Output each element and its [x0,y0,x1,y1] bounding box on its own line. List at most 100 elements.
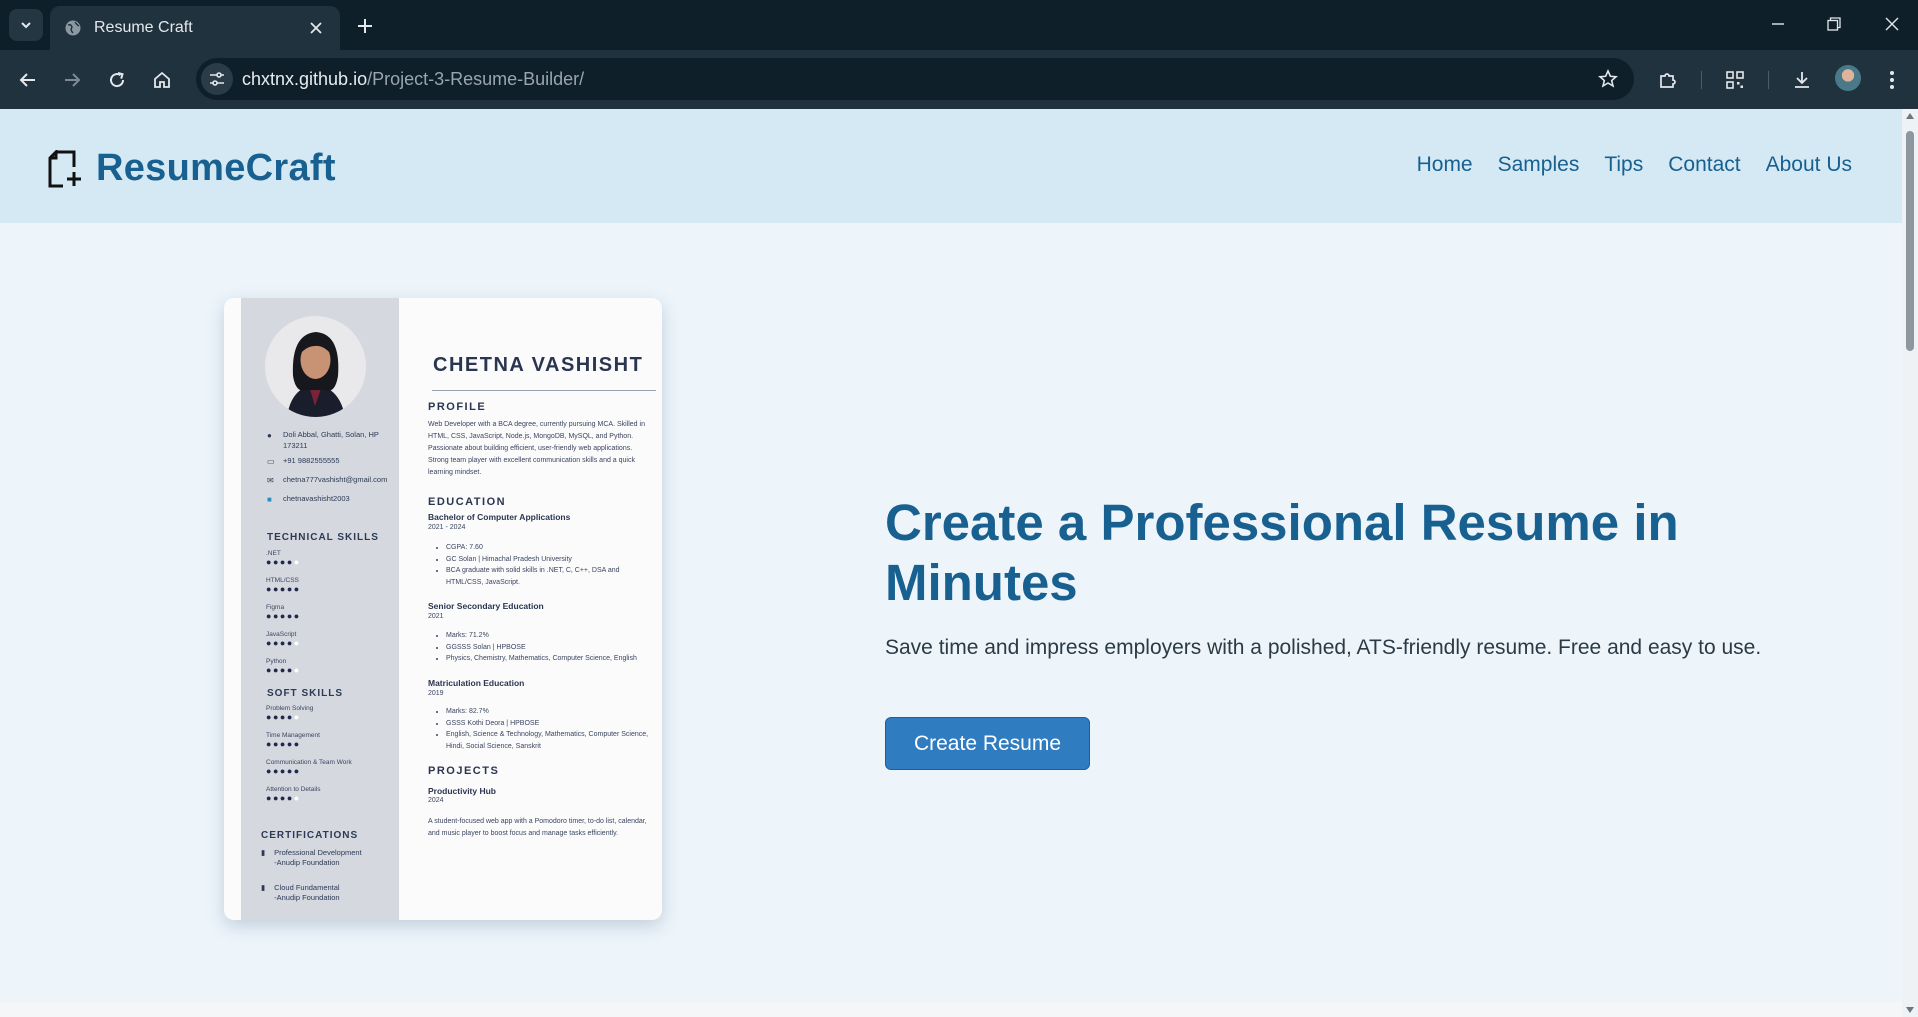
education-years: 2021 [428,613,444,620]
list-item: GSSS Kothi Deora | HPBOSE [446,718,658,730]
scroll-up-arrow[interactable] [1906,113,1914,119]
minimize-icon [1772,23,1784,25]
nav-tips[interactable]: Tips [1604,153,1643,177]
certification-item: ▮ Cloud Fundamental -Anudip Foundation [261,883,340,903]
arrow-right-icon [65,73,81,87]
qr-code-button[interactable] [1719,64,1751,96]
phone-icon: ▭ [267,457,275,466]
nav-samples[interactable]: Samples [1498,153,1580,177]
skill-name: Figma [266,604,285,611]
bookmark-icon: ▮ [261,848,266,857]
close-icon[interactable] [306,18,326,38]
list-item: Marks: 71.2% [446,630,658,642]
extensions-button[interactable] [1652,64,1684,96]
project-description: A student-focused web app with a Pomodor… [428,818,647,837]
skill-rating-dots: ●●●●● [266,712,301,722]
resume-sidebar: ● Doli Abbal, Ghatti, Solan, HP 173211 ▭ +… [241,298,399,920]
window-close-button[interactable] [1872,8,1912,40]
skill-item: Time Management ●●●●● [266,732,396,749]
profile-text: Web Developer with a BCA degree, current… [428,421,645,476]
skill-item: Attention to Details ●●●●● [266,786,396,803]
nav-contact[interactable]: Contact [1668,153,1740,177]
skill-name: Attention to Details [266,786,321,793]
page-scrollbar[interactable] [1902,109,1918,1017]
skill-item: JavaScript ●●●●● [266,631,396,648]
profile-heading: PROFILE [428,401,487,413]
education-points: Marks: 82.7% GSSS Kothi Deora | HPBOSE E… [440,706,658,752]
list-item: CGPA: 7.60 [446,542,658,554]
downloads-button[interactable] [1786,64,1818,96]
resume-name: CHETNA VASHISHT [433,354,644,376]
home-button[interactable] [146,64,178,96]
download-icon [1795,72,1809,88]
skill-item: Python ●●●●● [266,658,396,675]
reload-button[interactable] [101,64,133,96]
nav-about-us[interactable]: About Us [1766,153,1852,177]
education-points: CGPA: 7.60 GC Solan | Himachal Pradesh U… [440,542,658,588]
browser-menu-button[interactable] [1876,64,1908,96]
skill-rating-dots: ●●●●● [266,584,301,594]
tab-search-button[interactable] [9,9,43,41]
education-points: Marks: 71.2% GGSSS Solan | HPBOSE Physic… [440,630,658,665]
arrow-left-icon [19,73,35,87]
location-pin-icon: ● [267,431,272,440]
site-header: ResumeCraft Home Samples Tips Contact Ab… [0,109,1902,223]
create-resume-button[interactable]: Create Resume [885,717,1090,770]
skill-name: .NET [266,550,281,557]
browser-tab-active[interactable]: Resume Craft [50,6,340,50]
bookmark-icon: ▮ [261,883,266,892]
education-degree: Matriculation Education [428,678,525,688]
bookmark-star-icon[interactable] [1596,67,1620,91]
nav-home[interactable]: Home [1417,153,1473,177]
browser-toolbar: chxtnx.github.io/Project-3-Resume-Builde… [0,50,1918,109]
skill-rating-dots: ●●●●● [266,665,301,675]
list-item: BCA graduate with solid skills in .NET, … [446,565,658,588]
address-bar[interactable]: chxtnx.github.io/Project-3-Resume-Builde… [196,58,1634,100]
skill-name: Time Management [266,732,320,739]
contact-email: ✉ chetna777vashisht@gmail.com [267,475,388,485]
qr-code-icon [1726,71,1744,89]
skill-name: HTML/CSS [266,577,299,584]
education-heading: EDUCATION [428,496,507,508]
toolbar-divider [1701,71,1702,89]
projects-heading: PROJECTS [428,765,500,777]
email-icon: ✉ [267,476,274,485]
site-logo[interactable]: ResumeCraft [48,147,336,190]
forward-button[interactable] [56,64,88,96]
skill-item: Figma ●●●●● [266,604,396,621]
skill-rating-dots: ●●●●● [266,739,301,749]
profile-photo [265,316,366,417]
contact-linkedin: ■ chetnavashisht2003 [267,494,350,504]
scrollbar-thumb[interactable] [1906,131,1914,351]
scroll-down-arrow[interactable] [1906,1007,1914,1013]
page-viewport: ResumeCraft Home Samples Tips Contact Ab… [0,109,1902,1017]
list-item: Marks: 82.7% [446,706,658,718]
profile-avatar[interactable] [1835,65,1861,91]
skill-rating-dots: ●●●●● [266,766,301,776]
new-tab-button[interactable] [352,13,378,39]
minimize-button[interactable] [1758,8,1798,40]
next-section-edge [0,1002,1902,1017]
list-item: GGSSS Solan | HPBOSE [446,642,658,654]
tab-title: Resume Craft [94,19,193,36]
linkedin-icon: ■ [267,495,272,504]
document-add-icon [48,149,81,187]
skill-name: Problem Solving [266,705,314,712]
contact-address: ● Doli Abbal, Ghatti, Solan, HP 173211 [267,430,379,450]
globe-icon [64,19,82,37]
list-item: Physics, Chemistry, Mathematics, Compute… [446,653,658,665]
restore-button[interactable] [1814,8,1854,40]
site-info-button[interactable] [201,63,233,95]
skill-rating-dots: ●●●●● [266,557,301,567]
skill-name: Communication & Team Work [266,759,352,766]
project-title: Productivity Hub [428,786,497,796]
divider [432,390,656,391]
skill-item: .NET ●●●●● [266,550,396,567]
skill-rating-dots: ●●●●● [266,611,301,621]
project-year: 2024 [428,797,444,804]
back-button[interactable] [12,64,44,96]
puzzle-icon [1660,73,1676,88]
home-icon [154,71,170,88]
certification-item: ▮ Professional Development -Anudip Foundat… [261,848,362,868]
skill-rating-dots: ●●●●● [266,638,301,648]
